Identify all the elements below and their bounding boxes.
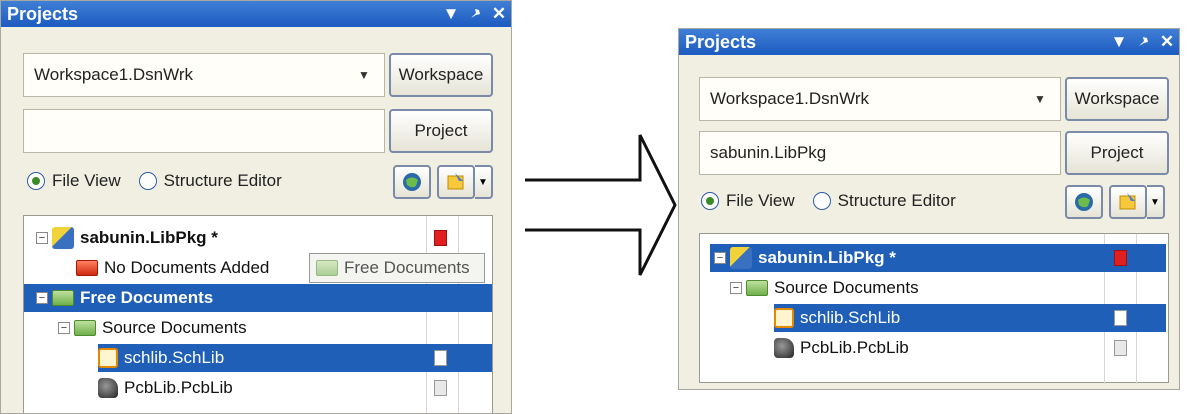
collapse-icon[interactable]: − (714, 252, 726, 264)
tree-row-pcblib[interactable]: PcbLib.PcbLib (774, 334, 1127, 362)
document-icon (1114, 340, 1127, 356)
panel-title-bar: Projects ▼ ✕ (1, 1, 511, 27)
tree-label-project: sabunin.LibPkg * (80, 228, 218, 247)
panel-title-bar: Projects ▼ ✕ (679, 29, 1179, 55)
collapse-icon[interactable]: − (36, 292, 48, 304)
radio-checked-icon (701, 192, 719, 210)
transition-arrow (525, 134, 677, 276)
pcb-library-icon (774, 338, 794, 358)
panel-menu-dropdown-icon[interactable]: ▼ (1107, 31, 1131, 53)
folder-open-icon (1119, 193, 1136, 210)
project-options-button[interactable] (437, 165, 475, 199)
pin-icon[interactable] (1131, 31, 1155, 53)
workspace-combo[interactable]: Workspace1.DsnWrk ▼ (23, 53, 385, 97)
close-icon[interactable]: ✕ (1155, 31, 1179, 53)
collapse-icon[interactable]: − (36, 232, 48, 244)
workspace-button[interactable]: Workspace (389, 53, 493, 97)
tree-label-source-documents: Source Documents (774, 278, 919, 297)
folder-icon (746, 280, 768, 296)
view-mode-radio-group: File View Structure Editor (27, 171, 300, 191)
radio-file-view-label: File View (726, 191, 795, 210)
schematic-library-icon (98, 348, 118, 368)
tree-row-project[interactable]: − sabunin.LibPkg * (710, 244, 1166, 272)
radio-unchecked-icon (138, 172, 157, 190)
library-package-icon (52, 227, 74, 249)
view-mode-radio-group: File View Structure Editor (701, 191, 974, 211)
project-button[interactable]: Project (1065, 131, 1169, 175)
tree-row-source-documents[interactable]: − Source Documents (58, 314, 247, 342)
radio-structure-editor[interactable]: Structure Editor (812, 191, 956, 211)
document-icon (1114, 310, 1127, 326)
tree-row-pcblib[interactable]: PcbLib.PcbLib (98, 374, 447, 402)
radio-structure-editor-label: Structure Editor (837, 191, 956, 210)
drag-feedback-tooltip: Free Documents (309, 253, 485, 283)
schematic-library-icon (774, 308, 794, 328)
tree-label-schlib: schlib.SchLib (124, 348, 225, 367)
compile-project-button[interactable] (1065, 185, 1103, 219)
tree-label-source-documents: Source Documents (102, 318, 247, 337)
tree-label-project: sabunin.LibPkg * (758, 248, 896, 267)
modified-document-icon (434, 230, 447, 246)
tree-row-no-documents[interactable]: No Documents Added (76, 254, 269, 282)
pin-icon[interactable] (463, 3, 487, 25)
library-package-icon (730, 247, 752, 269)
collapse-icon[interactable]: − (58, 322, 70, 334)
chevron-down-icon[interactable]: ▼ (352, 63, 376, 87)
compile-project-button[interactable] (393, 165, 431, 199)
project-options-button[interactable] (1109, 185, 1147, 219)
pcb-library-icon (98, 378, 118, 398)
tree-row-source-documents[interactable]: − Source Documents (730, 274, 919, 302)
project-tree: − sabunin.LibPkg * No Documents Added − … (23, 215, 493, 413)
tree-label-no-documents: No Documents Added (104, 258, 270, 277)
project-options-dropdown[interactable]: ▼ (1147, 185, 1165, 219)
chevron-down-icon[interactable]: ▼ (1028, 87, 1052, 111)
workspace-combo-value: Workspace1.DsnWrk (710, 89, 870, 108)
tree-label-schlib: schlib.SchLib (800, 308, 901, 327)
radio-file-view[interactable]: File View (27, 171, 121, 191)
modified-document-icon (1114, 250, 1127, 266)
project-tree: − sabunin.LibPkg * − Source Documents sc… (699, 233, 1169, 384)
tree-row-schlib[interactable]: schlib.SchLib (98, 344, 492, 372)
globe-icon (403, 173, 421, 191)
radio-file-view[interactable]: File View (701, 191, 795, 211)
tree-row-free-documents[interactable]: − Free Documents (24, 284, 492, 312)
document-icon (434, 380, 447, 396)
project-field[interactable] (23, 109, 385, 153)
projects-panel-after: Projects ▼ ✕ Workspace1.DsnWrk ▼ Workspa… (678, 28, 1180, 390)
radio-file-view-label: File View (52, 171, 121, 190)
folder-icon (316, 260, 338, 276)
radio-checked-icon (27, 172, 45, 190)
folder-icon (76, 260, 98, 276)
tree-label-free-documents: Free Documents (80, 288, 214, 307)
radio-structure-editor[interactable]: Structure Editor (138, 171, 282, 191)
workspace-combo[interactable]: Workspace1.DsnWrk ▼ (699, 77, 1061, 121)
workspace-combo-value: Workspace1.DsnWrk (34, 65, 194, 84)
projects-panel-before: Projects ▼ ✕ Workspace1.DsnWrk ▼ Workspa… (0, 0, 512, 414)
panel-title: Projects (685, 31, 757, 52)
radio-structure-editor-label: Structure Editor (163, 171, 282, 190)
tree-row-project[interactable]: − sabunin.LibPkg * (36, 224, 486, 252)
folder-open-icon (447, 173, 464, 190)
tree-row-schlib[interactable]: schlib.SchLib (774, 304, 1166, 332)
folder-icon (74, 320, 96, 336)
tree-label-pcblib: PcbLib.PcbLib (800, 338, 909, 357)
tree-label-pcblib: PcbLib.PcbLib (124, 378, 233, 397)
folder-icon (52, 290, 74, 306)
radio-unchecked-icon (812, 192, 831, 210)
project-options-dropdown[interactable]: ▼ (475, 165, 493, 199)
project-button[interactable]: Project (389, 109, 493, 153)
globe-icon (1075, 193, 1093, 211)
panel-menu-dropdown-icon[interactable]: ▼ (439, 3, 463, 25)
close-icon[interactable]: ✕ (487, 3, 511, 25)
project-field[interactable]: sabunin.LibPkg (699, 131, 1061, 175)
workspace-button[interactable]: Workspace (1065, 77, 1169, 121)
drag-feedback-label: Free Documents (344, 258, 470, 277)
panel-title: Projects (7, 3, 79, 24)
document-icon (434, 350, 447, 366)
collapse-icon[interactable]: − (730, 282, 742, 294)
